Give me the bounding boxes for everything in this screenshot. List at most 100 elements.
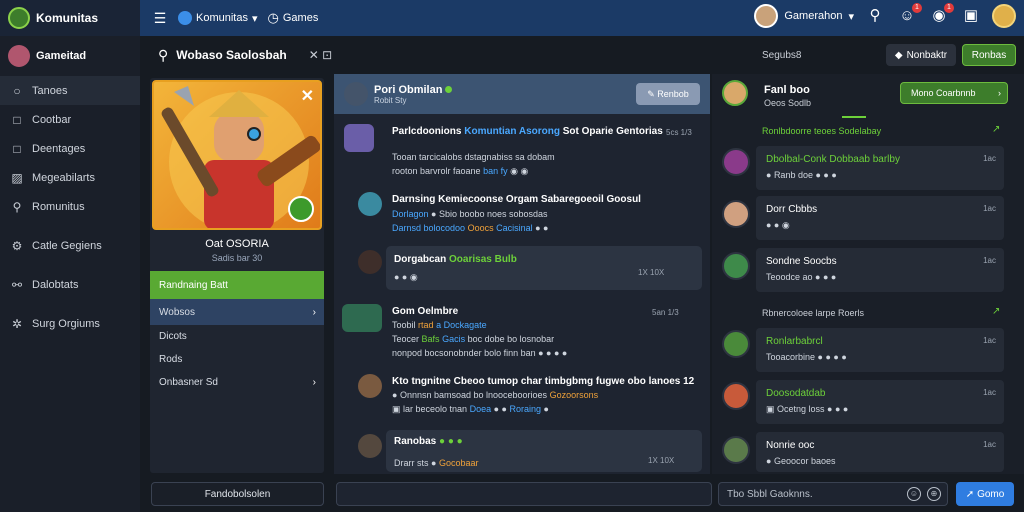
dark-button[interactable]: ◆ Nonbaktr xyxy=(886,44,956,66)
message-author: Ranobas ● ● ● xyxy=(394,436,463,447)
right-subtitle: Oeos Sodlb xyxy=(764,98,812,108)
top-bar: Komunitas ☰ Komunitas ▾ ◷ Games Gameraho… xyxy=(0,0,1024,36)
sidebar-item-8[interactable]: ✲ Surg Orgiums xyxy=(0,309,140,338)
avatar[interactable] xyxy=(722,252,750,280)
chat-message[interactable]: Parlcdoonions Komuntian Asorong Sot Opar… xyxy=(334,122,710,178)
item-title: Sondne Soocbs xyxy=(766,256,837,267)
list-item[interactable]: Dorr Cbbbs ● ● ◉ 1ac xyxy=(756,196,1004,240)
sidebar-item-label: Megeabilarts xyxy=(32,171,95,184)
profile-avatar[interactable] xyxy=(992,4,1016,28)
sidebar-item-3[interactable]: □ Deentages xyxy=(0,134,140,163)
divider xyxy=(842,116,866,118)
message-author: Parlcdoonions Komuntian Asorong Sot Opar… xyxy=(392,126,663,137)
reply-input[interactable]: Tbo Sbbl Gaoknns. ☺ ⊕ xyxy=(718,482,948,506)
profile-name: Oat OSORIA xyxy=(205,238,269,250)
left-action-button[interactable]: Fandobolsolen xyxy=(151,482,324,506)
chevron-icon[interactable]: ↗ xyxy=(992,306,1000,317)
sidebar-item-label: Dalobtats xyxy=(32,278,79,291)
notification-badge: 1 xyxy=(912,3,922,13)
search-row: ⚲ Wobaso Saolosbah ✕ ⊡ Segubs8 ◆ Nonbakt… xyxy=(140,36,1024,74)
join-button-label: Mono Coarbnnb xyxy=(911,88,976,98)
sidebar-item-5[interactable]: ⚲ Romunitus xyxy=(0,192,140,221)
item-title: Doosodatdab xyxy=(766,388,826,399)
item-title: Ronlarbabrcl xyxy=(766,336,823,347)
chat-message[interactable]: Gom Oelmbre 5an 1/3 Toobil rtad a Dockag… xyxy=(334,304,710,364)
chat-message[interactable]: Darnsing Kemiecoonse Orgam Sabaregoeoil … xyxy=(334,190,710,238)
send-button[interactable]: ➚ Gomo xyxy=(956,482,1014,506)
item-text: Tooacorbine ● ● ● ● xyxy=(766,352,847,362)
list-item[interactable]: Dbolbal-Conk Dobbaab barlby ● Ranb doe ●… xyxy=(756,146,1004,190)
message-time: 1X 10X xyxy=(648,456,675,465)
hero-image: ✕ xyxy=(152,80,322,230)
attach-icon[interactable]: ⊕ xyxy=(927,487,941,501)
avatar[interactable] xyxy=(344,82,368,106)
profile-menu: Randnaing Batt Wobsos › Dicots Rods Onba… xyxy=(150,271,324,394)
alert-icon[interactable]: ◉ 1 xyxy=(928,3,954,27)
avatar[interactable] xyxy=(722,382,750,410)
avatar[interactable] xyxy=(722,436,750,464)
top-right: Gamerahon ▾ ⚲ ☺ 1 ◉ 1 ▣ xyxy=(754,3,1016,28)
profile-menu-item[interactable]: Wobsos › xyxy=(150,299,324,325)
list-item[interactable]: Nonrie ooc ● Geoocor baoes 1ac xyxy=(756,432,1004,472)
sidebar-item-1[interactable]: ○ Tanoes xyxy=(0,76,140,105)
nav-games[interactable]: ◷ Games xyxy=(268,10,319,26)
sidebar-item-6[interactable]: ⚙ Catle Gegiens xyxy=(0,231,140,260)
profile-subtitle: Sadis bar 30 xyxy=(211,253,263,263)
chat-message[interactable]: Kto tngnitne Cbeoo tumop char timbgbmg f… xyxy=(334,372,710,422)
join-button[interactable]: Mono Coarbnnb › xyxy=(900,82,1008,104)
sidebar-profile[interactable]: Gameitad xyxy=(0,36,140,76)
chevron-right-icon: › xyxy=(312,306,316,318)
message-time: 1X 10X xyxy=(638,268,665,277)
nav-community[interactable]: Komunitas ▾ xyxy=(178,11,258,25)
user-menu[interactable]: Gamerahon ▾ xyxy=(754,4,854,28)
item-time: 1ac xyxy=(983,204,996,213)
notification-icon[interactable]: ☺ 1 xyxy=(896,3,922,27)
sidebar-item-2[interactable]: □ Cootbar xyxy=(0,105,140,134)
avatar[interactable] xyxy=(722,200,750,228)
message-text: Tooan tarcicalobs dstagnabiss sa dobam xyxy=(392,152,555,162)
item-text: ● Geoocor baoes xyxy=(766,456,836,466)
avatar[interactable] xyxy=(722,80,748,106)
profile-menu-item[interactable]: Randnaing Batt xyxy=(150,271,324,299)
sidebar-profile-name: Gameitad xyxy=(36,50,87,62)
profile-menu-item[interactable]: Dicots xyxy=(150,325,324,348)
item-time: 1ac xyxy=(983,154,996,163)
check-icon[interactable]: ✕ xyxy=(301,86,314,106)
message-input[interactable] xyxy=(336,482,712,506)
list-item[interactable]: Doosodatdab ▣ Ocetng loss ● ● ● 1ac xyxy=(756,380,1004,424)
page-title: Wobaso Saolosbah xyxy=(176,48,287,62)
sidebar-item-label: Cootbar xyxy=(32,113,72,126)
search-icon[interactable]: ⚲ xyxy=(864,5,886,27)
item-time: 1ac xyxy=(983,440,996,449)
chat-message[interactable]: Dorgabcan Ooarisas Bulb 1X 10X ● ● ◉ xyxy=(334,246,710,290)
sidebar-item-4[interactable]: ▨ Megeabilarts xyxy=(0,163,140,192)
section-title: Ronlbdoorre teoes Sodelabay xyxy=(762,126,882,136)
avatar[interactable] xyxy=(722,330,750,358)
profile-menu-item[interactable]: Onbasner Sd › xyxy=(150,371,324,394)
media-icon[interactable]: ▣ xyxy=(960,5,982,27)
item-title: Dbolbal-Conk Dobbaab barlby xyxy=(766,154,900,165)
avatar xyxy=(358,192,382,216)
link-icon: ⚯ xyxy=(11,277,23,292)
avatar[interactable] xyxy=(722,148,750,176)
emoji-icon[interactable]: ☺ xyxy=(907,487,921,501)
menu-icon[interactable]: ☰ xyxy=(152,11,168,25)
profile-menu-item[interactable]: Rods xyxy=(150,348,324,371)
sidebar-item-label: Tanoes xyxy=(32,84,68,97)
chat-message[interactable]: Ranobas ● ● ● 1X 10X Drarr sts ● Gocobaa… xyxy=(334,430,710,472)
green-button[interactable]: Ronbas xyxy=(962,44,1016,66)
chevron-icon[interactable]: ↗ xyxy=(992,124,1000,135)
sidebar-item-7[interactable]: ⚯ Dalobtats xyxy=(0,270,140,299)
chat-panel: Pori Obmilan Robit Sty ✎ Renbob Parlcdoo… xyxy=(334,74,710,474)
discord-icon xyxy=(178,11,192,25)
message-reactions: ● ● ◉ xyxy=(394,272,418,282)
search-icon[interactable]: ⚲ xyxy=(158,47,168,64)
close-icon[interactable]: ✕ ⊡ xyxy=(309,48,332,62)
list-item[interactable]: Sondne Soocbs Teoodce ao ● ● ● 1ac xyxy=(756,248,1004,292)
item-time: 1ac xyxy=(983,336,996,345)
edit-button[interactable]: ✎ Renbob xyxy=(636,83,700,105)
brand[interactable]: Komunitas xyxy=(0,0,140,36)
list-item[interactable]: Ronlarbabrcl Tooacorbine ● ● ● ● 1ac xyxy=(756,328,1004,372)
message-text: rooton barvrolr faoane ban fy ◉ ◉ xyxy=(392,166,529,176)
message-time: 5cs 1/3 xyxy=(666,128,692,137)
